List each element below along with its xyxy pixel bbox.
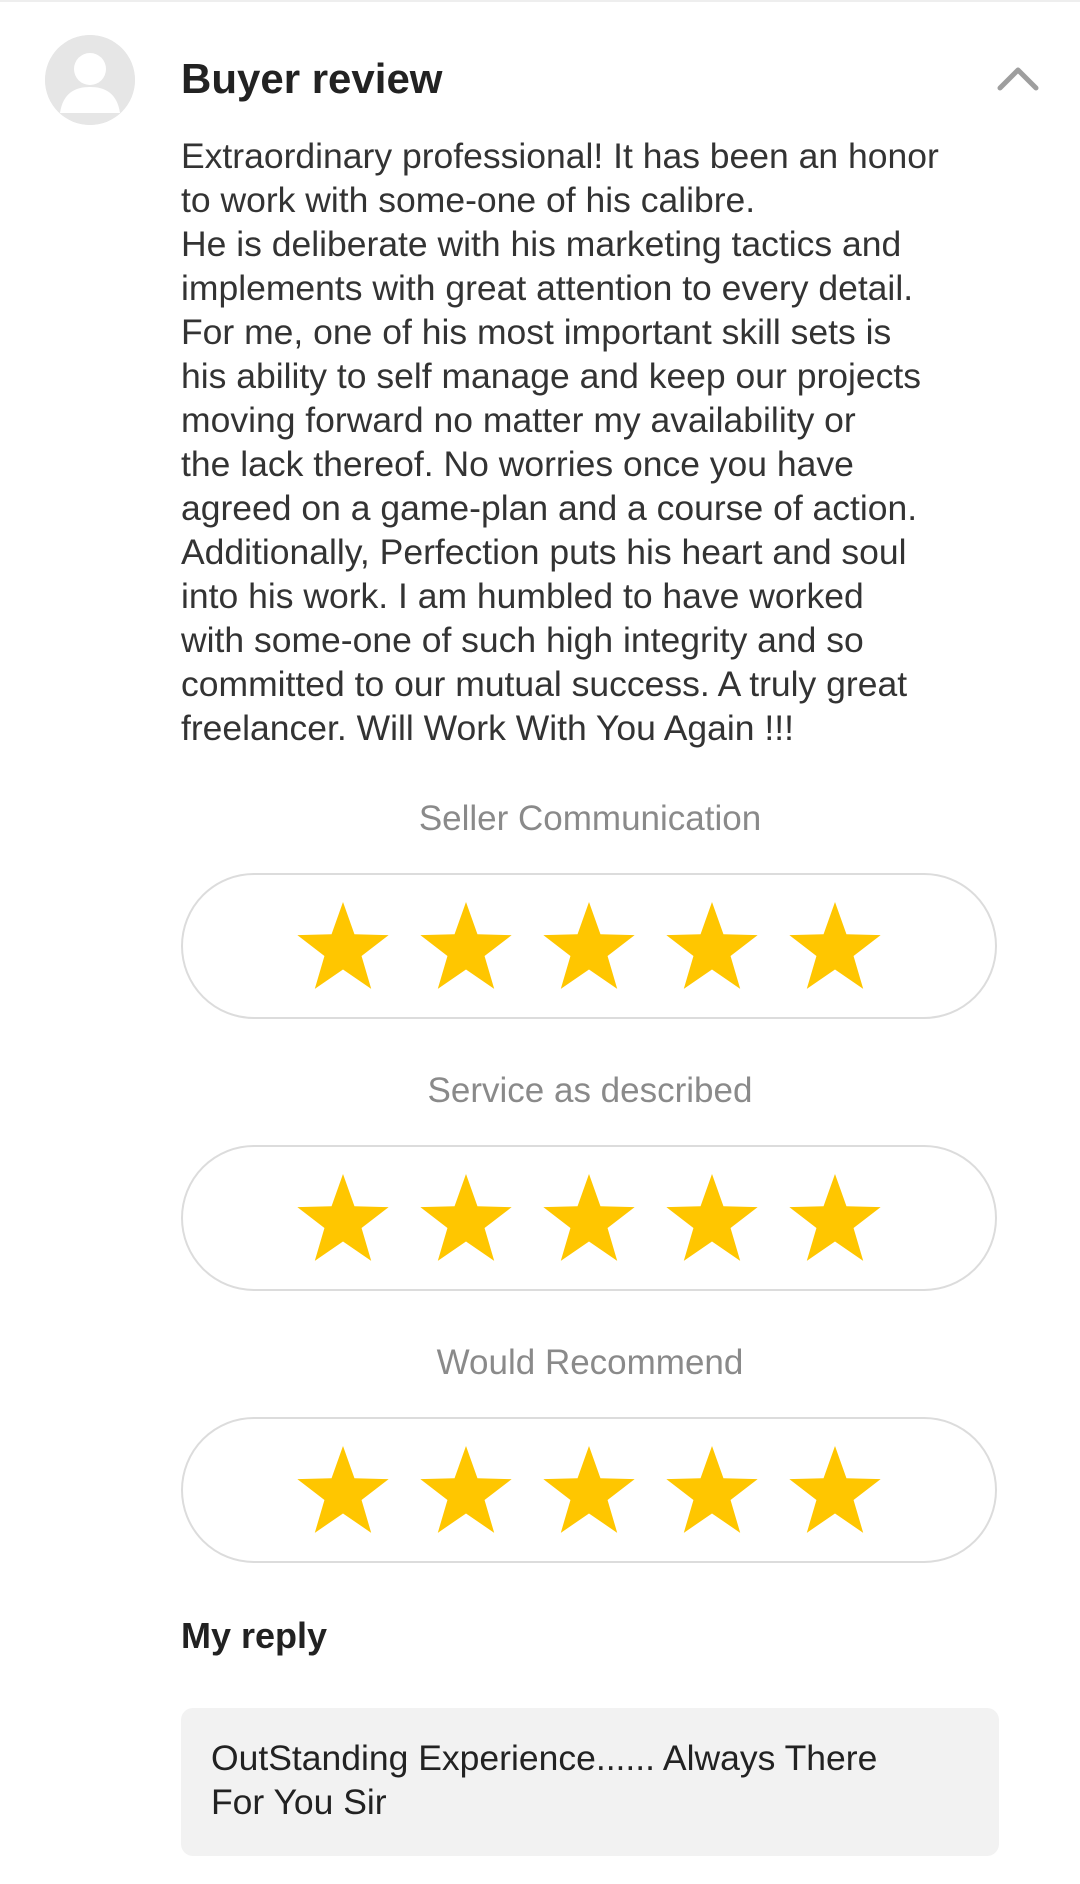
star-icon[interactable] (418, 1444, 514, 1536)
rating-label: Service as described (427, 1071, 753, 1110)
rating-seller-communication: Seller Communication (181, 794, 999, 1019)
star-icon[interactable] (418, 900, 514, 992)
rating-label: Seller Communication (418, 799, 762, 838)
star-icon[interactable] (664, 900, 760, 992)
star-icon[interactable] (787, 900, 883, 992)
review-text: Extraordinary professional! It has been … (181, 136, 939, 748)
star-icon[interactable] (541, 1172, 637, 1264)
star-icon[interactable] (295, 1444, 391, 1536)
top-divider (0, 0, 1080, 2)
star-icon[interactable] (541, 900, 637, 992)
rating-label: Would Recommend (436, 1343, 744, 1382)
rating-service-as-described: Service as described (181, 1066, 999, 1291)
star-icon[interactable] (664, 1172, 760, 1264)
star-icon[interactable] (295, 900, 391, 992)
page-title: Buyer review (181, 55, 443, 102)
collapse-button[interactable] (994, 58, 1042, 98)
chevron-up-icon (997, 67, 1039, 91)
reply-box: OutStanding Experience...... Always Ther… (181, 1708, 999, 1856)
reply-heading: My reply (181, 1615, 328, 1656)
star-icon[interactable] (787, 1444, 883, 1536)
star-icon[interactable] (418, 1172, 514, 1264)
star-rating[interactable] (181, 873, 997, 1019)
star-icon[interactable] (787, 1172, 883, 1264)
star-icon[interactable] (664, 1444, 760, 1536)
star-rating[interactable] (181, 1145, 997, 1291)
star-rating[interactable] (181, 1417, 997, 1563)
rating-would-recommend: Would Recommend (181, 1338, 999, 1563)
star-icon[interactable] (541, 1444, 637, 1536)
star-icon[interactable] (295, 1172, 391, 1264)
user-avatar-icon (45, 35, 135, 125)
avatar (45, 35, 135, 125)
reply-text: OutStanding Experience...... Always Ther… (211, 1738, 878, 1822)
